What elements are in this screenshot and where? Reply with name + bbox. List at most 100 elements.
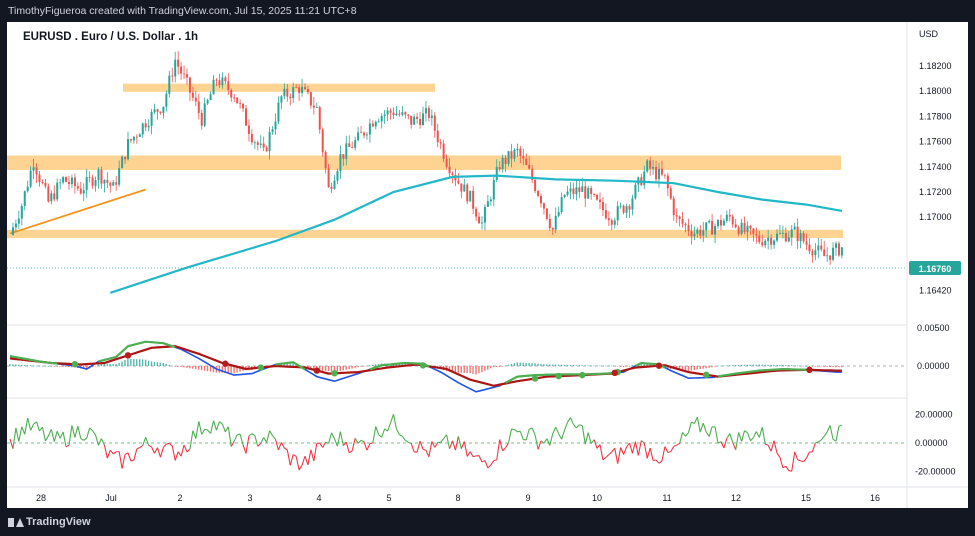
- candle-body: [587, 188, 590, 199]
- candle-body: [212, 79, 215, 95]
- time-tick-label: 8: [455, 493, 460, 503]
- macd-hist-bar: [717, 365, 719, 367]
- time-tick-label: 11: [662, 493, 671, 503]
- macd-hist-bar: [203, 366, 206, 371]
- candle-body: [607, 218, 610, 221]
- candle-body: [194, 97, 197, 102]
- chart-area[interactable]: 1.18200 1.18000 1.17800 1.17600 1.17400 1.172…: [7, 22, 968, 508]
- macd-hist-bar: [198, 366, 200, 370]
- candle-body: [466, 184, 469, 202]
- candle-body: [11, 227, 14, 235]
- candle-body: [708, 220, 711, 223]
- candle-body: [669, 188, 672, 199]
- macd-hist-bar: [342, 366, 344, 371]
- candle-body: [711, 220, 714, 235]
- macd-bull-segment: [151, 341, 158, 344]
- candle-body: [368, 123, 371, 135]
- candle-body: [569, 188, 572, 192]
- candle-body: [315, 107, 318, 108]
- macd-bull-segment: [641, 361, 648, 365]
- time-tick-label: 10: [592, 493, 602, 503]
- macd-hist-bar: [372, 364, 374, 366]
- candle-body: [728, 214, 731, 217]
- macd-hist-bar: [729, 365, 731, 366]
- candle-body: [799, 233, 802, 242]
- macd-hist-bar: [625, 366, 628, 367]
- macd-bull-segment: [21, 357, 28, 361]
- time-tick-label: 12: [731, 493, 741, 503]
- macd-hist-bar: [628, 366, 631, 367]
- candle-body: [395, 113, 398, 116]
- candle-body: [572, 188, 575, 195]
- candle-body: [262, 143, 265, 148]
- candle-body: [805, 241, 808, 245]
- macd-bull-segment: [281, 361, 288, 365]
- macd-hist-bar: [159, 362, 162, 366]
- candle-body: [773, 240, 776, 245]
- macd-hist-bar: [490, 366, 492, 369]
- candle-body: [88, 176, 91, 178]
- candle-body: [663, 174, 666, 176]
- candle-body: [767, 237, 770, 241]
- candle-body: [755, 233, 758, 236]
- bear-cross-dot: [124, 352, 132, 359]
- candle-body: [835, 243, 837, 248]
- macd-hist-bar: [838, 366, 840, 368]
- candle-body: [578, 187, 581, 192]
- macd-hist-bar: [587, 365, 589, 367]
- tradingview-window: TimothyFigueroa created with TradingView…: [0, 0, 975, 536]
- macd-hist-bar: [23, 365, 26, 366]
- chart-svg[interactable]: 1.18200 1.18000 1.17800 1.17600 1.17400 1.172…: [7, 22, 968, 508]
- macd-hist-bar: [549, 364, 551, 366]
- candle-body: [271, 129, 274, 132]
- macd-hist-bar: [130, 358, 132, 366]
- candle-body: [513, 149, 516, 159]
- macd-hist-bar: [174, 366, 176, 367]
- macd-hist-bar: [330, 366, 333, 372]
- candle-body: [634, 184, 637, 199]
- tradingview-brand[interactable]: TradingView: [8, 516, 91, 528]
- macd-bull-segment: [139, 340, 146, 345]
- macd-hist-bar: [841, 366, 843, 368]
- macd-hist-bar: [525, 362, 527, 366]
- macd-hist-bar: [731, 365, 734, 366]
- candle-body: [525, 158, 528, 165]
- macd-hist-bar: [820, 366, 822, 367]
- candle-body: [174, 59, 177, 77]
- candle-body: [469, 190, 472, 202]
- candle-body: [784, 232, 787, 242]
- candle-body: [85, 176, 88, 191]
- macd-tick-label: 0.00000: [917, 361, 950, 371]
- candle-body: [250, 134, 253, 143]
- candle-body: [808, 244, 811, 252]
- candle-body: [177, 59, 180, 67]
- macd-hist-bar: [369, 365, 371, 366]
- macd-hist-bar: [528, 363, 530, 366]
- candle-body: [504, 157, 507, 164]
- candle-body: [153, 109, 156, 112]
- macd-hist-bar: [510, 363, 513, 366]
- candle-body: [17, 218, 20, 224]
- macd-hist-bar: [699, 366, 701, 370]
- candle-body: [68, 181, 70, 185]
- candle-body: [687, 225, 690, 232]
- macd-hist-bar: [351, 366, 353, 369]
- macd-hist-bar: [693, 366, 695, 370]
- macd-hist-bar: [563, 364, 566, 366]
- macd-bull-segment: [729, 372, 736, 376]
- macd-hist-bar: [56, 366, 58, 367]
- macd-hist-bar: [782, 364, 784, 366]
- macd-hist-bar: [835, 366, 837, 368]
- macd-hist-bar: [100, 364, 103, 366]
- candle-body: [537, 191, 540, 196]
- candle-body: [44, 182, 47, 187]
- candle-body: [79, 188, 82, 194]
- candle-body: [584, 186, 587, 199]
- candle-body: [50, 193, 53, 202]
- candle-body: [427, 108, 430, 118]
- resistance-zone: [7, 155, 841, 170]
- macd-bull-segment: [51, 361, 58, 365]
- candle-body: [129, 139, 132, 141]
- macd-bull-segment: [387, 363, 394, 366]
- macd-hist-bar: [463, 366, 465, 373]
